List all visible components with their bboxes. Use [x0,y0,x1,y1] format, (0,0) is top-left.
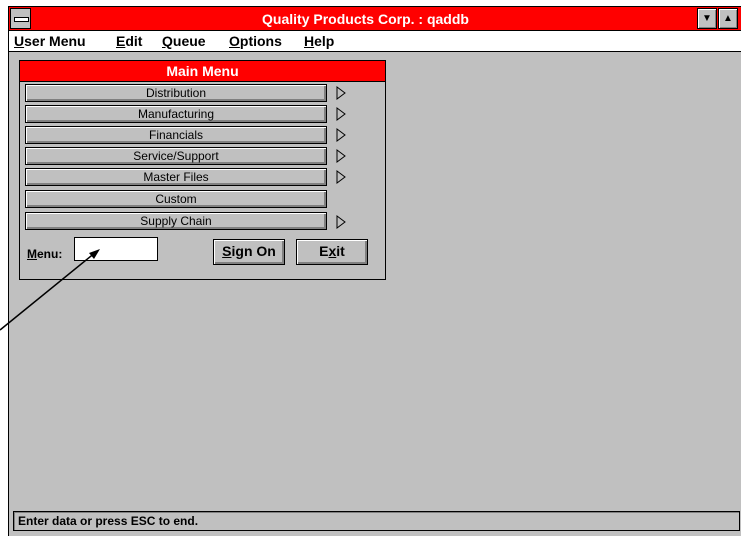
menu-options[interactable]: Options [229,32,282,50]
menu-help-label: elp [314,33,335,49]
exit-button[interactable]: Exit [296,239,368,265]
menu-options-label: ptions [239,33,282,49]
submenu-arrow-icon [336,215,346,229]
menu-edit-label: dit [125,33,143,49]
sign-on-label: ign On [231,243,276,259]
menu-edit[interactable]: Edit [116,32,142,50]
status-bar: Enter data or press ESC to end. [13,511,740,531]
menu-button-custom[interactable]: Custom [25,190,327,208]
main-menu-panel: Main Menu Distribution Manufacturing Fin… [19,60,386,280]
menu-input[interactable] [74,237,158,261]
menu-button-service-support[interactable]: Service/Support [25,147,327,165]
menu-user-menu-label: ser Menu [24,33,86,49]
application-window: Quality Products Corp. : qaddb ▼ ▲ User … [8,6,741,536]
menu-user-menu[interactable]: User Menu [14,32,86,50]
menu-button-distribution[interactable]: Distribution [25,84,327,102]
menu-queue-label: ueue [172,33,206,49]
maximize-button[interactable]: ▲ [718,8,738,29]
menu-bar: User Menu Edit Queue Options Help [9,31,741,52]
submenu-arrow-icon [336,149,346,163]
minimize-button[interactable]: ▼ [697,8,717,29]
window-title: Quality Products Corp. : qaddb [262,11,469,27]
menu-button-financials[interactable]: Financials [25,126,327,144]
main-menu-title: Main Menu [20,61,385,82]
sign-on-button[interactable]: Sign On [213,239,285,265]
menu-help[interactable]: Help [304,32,334,50]
menu-queue[interactable]: Queue [162,32,206,50]
menu-field-label: Menu: [27,247,63,261]
submenu-arrow-icon [336,128,346,142]
system-menu-icon[interactable] [10,8,31,29]
menu-button-master-files[interactable]: Master Files [25,168,327,186]
menu-field-label-rest: enu: [37,247,63,261]
submenu-arrow-icon [336,107,346,121]
submenu-arrow-icon [336,86,346,100]
menu-button-supply-chain[interactable]: Supply Chain [25,212,327,230]
menu-button-manufacturing[interactable]: Manufacturing [25,105,327,123]
title-bar[interactable]: Quality Products Corp. : qaddb ▼ ▲ [9,7,741,31]
exit-label: it [336,243,345,259]
submenu-arrow-icon [336,170,346,184]
